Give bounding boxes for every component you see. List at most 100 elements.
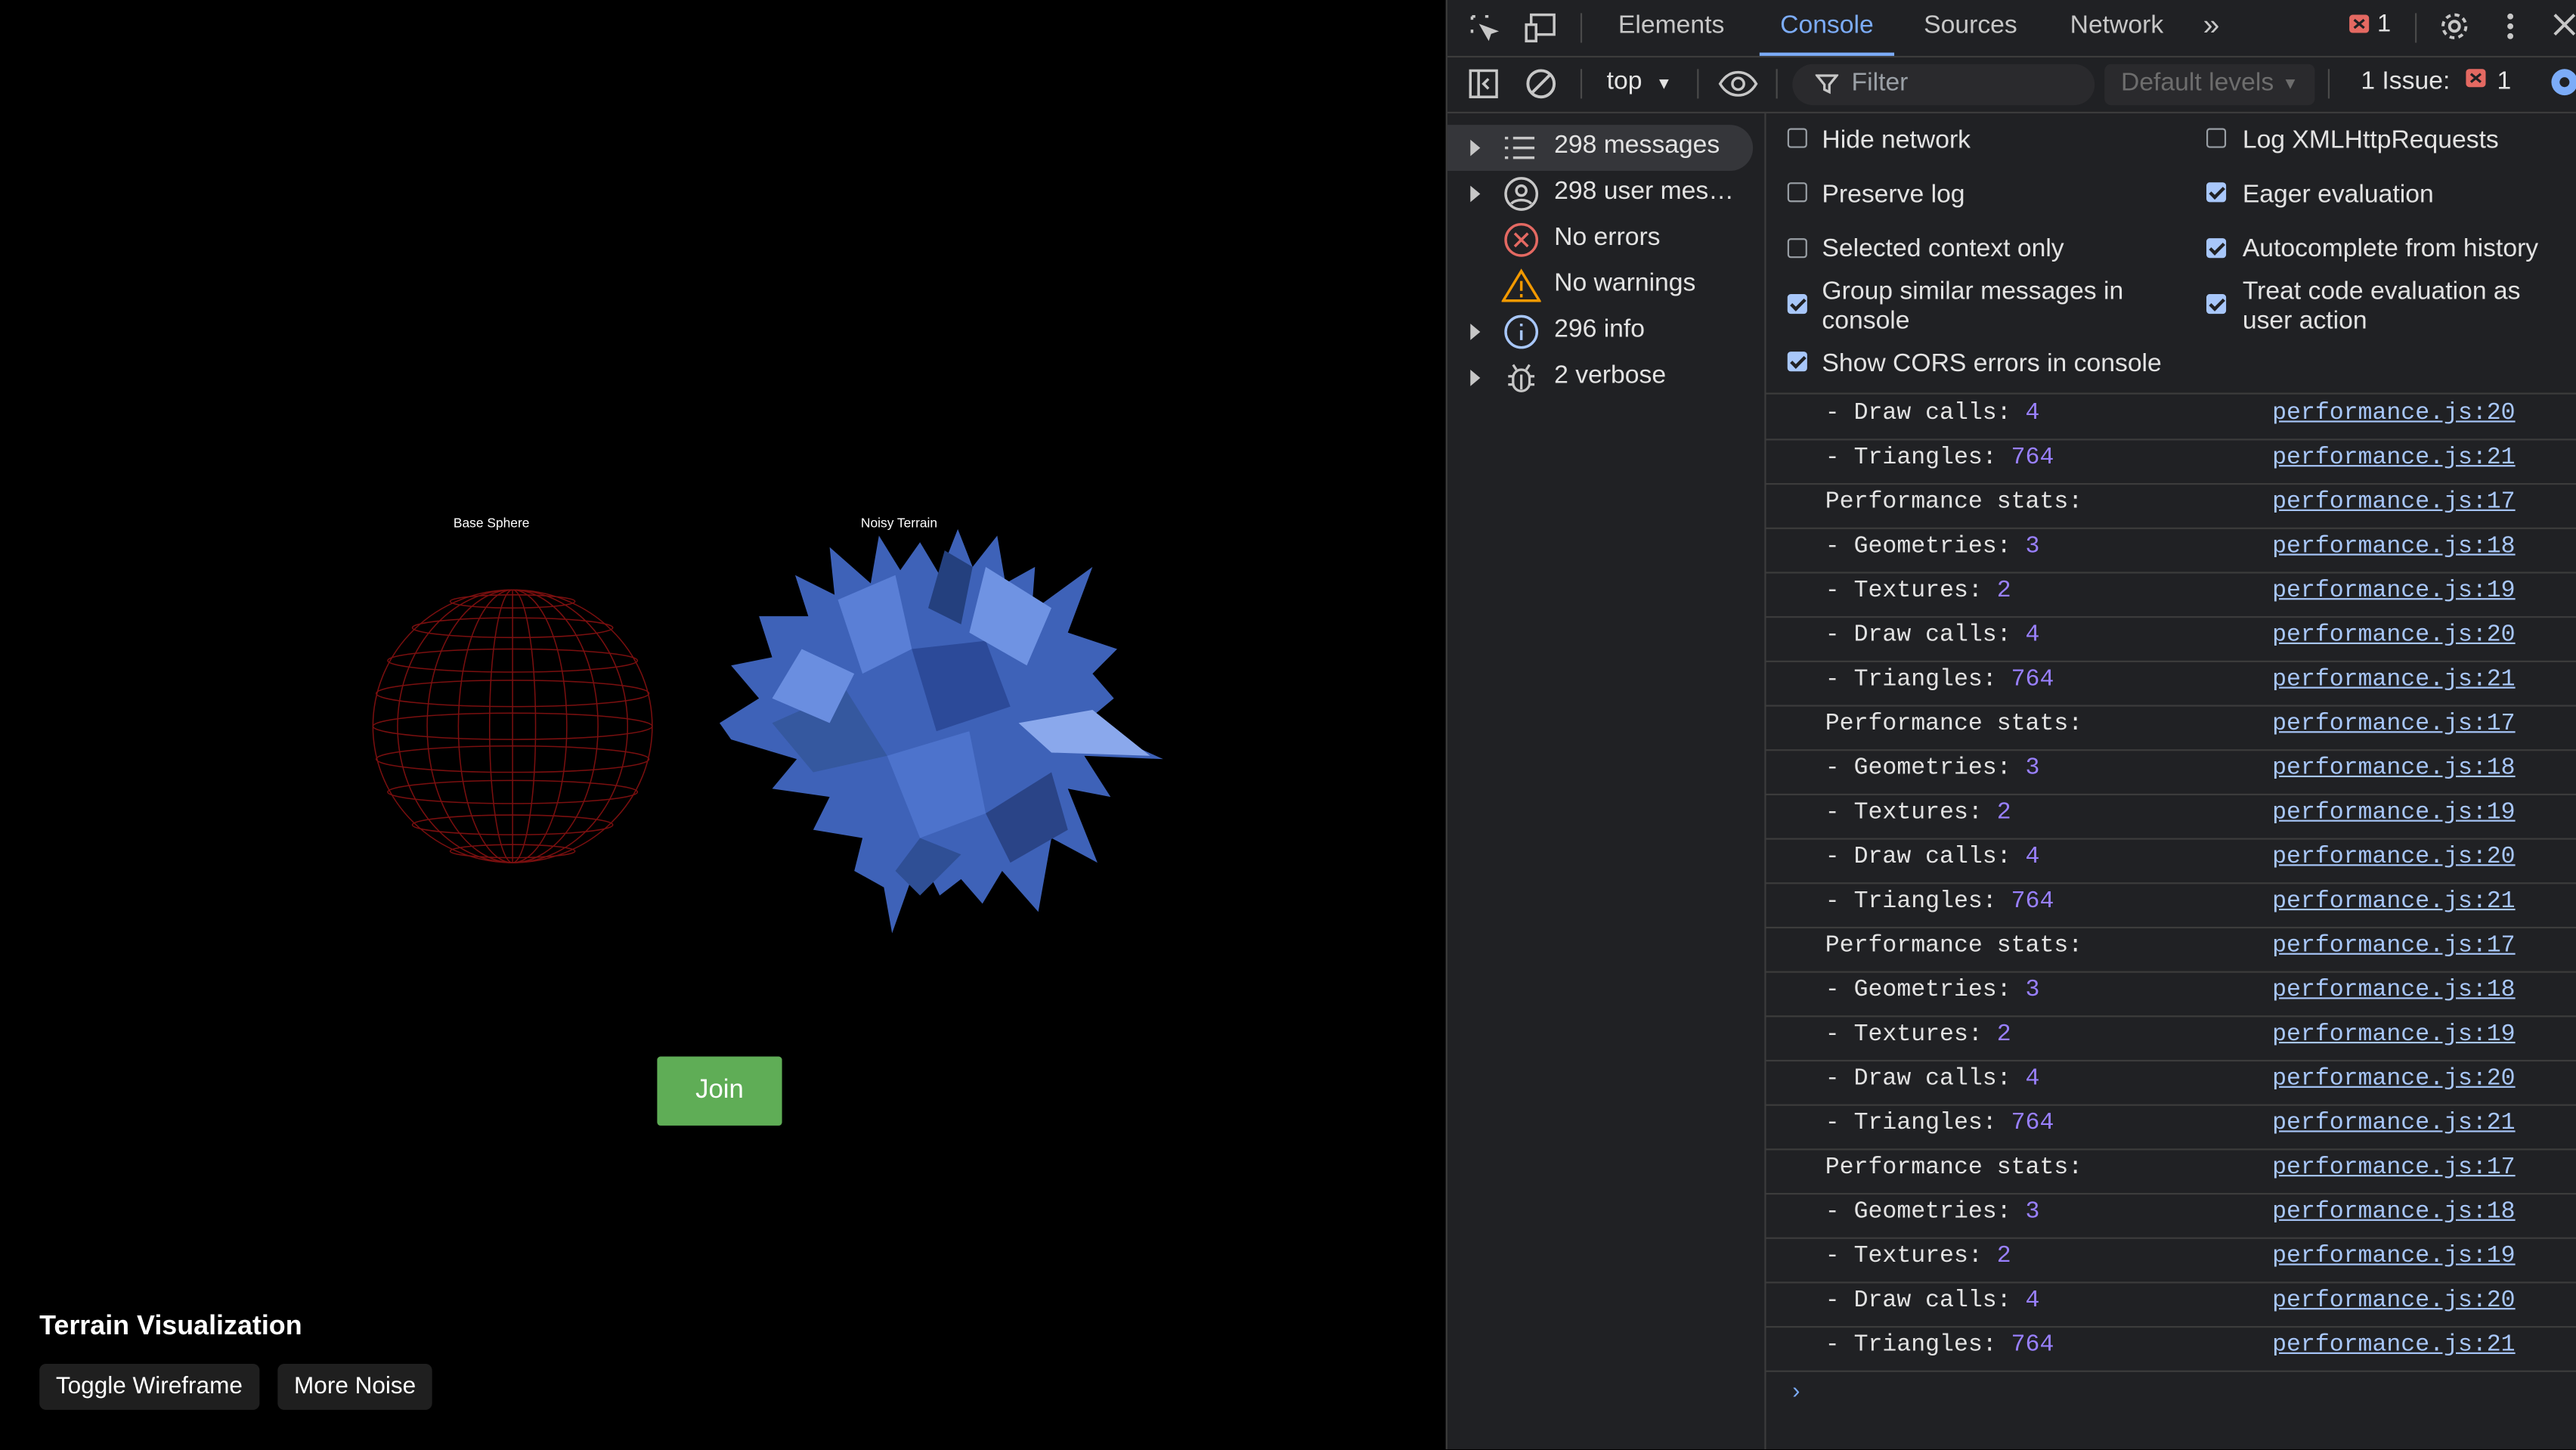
log-source-link[interactable]: performance.js:17 [2272, 711, 2516, 738]
context-value: top [1606, 67, 1643, 96]
sidebar-item-warnings[interactable]: No warnings [1447, 263, 1753, 309]
console-log-row: - Textures: 2 performance.js:19 [1766, 1015, 2576, 1062]
console-settings-gear-icon[interactable] [2548, 66, 2576, 107]
log-source-link[interactable]: performance.js:18 [2272, 534, 2516, 560]
group-similar-checkbox[interactable] [1787, 294, 1807, 314]
log-source-link[interactable]: performance.js:17 [2272, 934, 2516, 960]
log-message: - Textures: 2 [1825, 578, 2011, 605]
base-sphere-label: Base Sphere [453, 516, 530, 531]
log-message: - Triangles: 764 [1825, 667, 2054, 693]
close-devtools-icon[interactable] [2551, 11, 2576, 46]
error-badge-icon [2349, 14, 2370, 33]
console-log-row: - Draw calls: 4 performance.js:20 [1766, 395, 2576, 441]
log-source-link[interactable]: performance.js:19 [2272, 1244, 2516, 1270]
error-count-badge[interactable]: 1 [2348, 10, 2391, 44]
selected-context-checkbox[interactable] [1787, 238, 1807, 259]
sidebar-item-errors[interactable]: No errors [1447, 217, 1753, 263]
log-source-link[interactable]: performance.js:20 [2272, 1288, 2516, 1315]
filter-icon [1814, 73, 1840, 104]
autocomplete-checkbox[interactable] [2206, 238, 2227, 259]
sidebar-item-messages[interactable]: 298 messages [1447, 125, 1754, 172]
clear-console-icon[interactable] [1525, 67, 1557, 108]
log-message: - Geometries: 3 [1825, 1200, 2040, 1226]
log-source-link[interactable]: performance.js:17 [2272, 1155, 2516, 1182]
log-source-link[interactable]: performance.js:19 [2272, 1022, 2516, 1049]
settings-gear-icon[interactable] [2438, 10, 2470, 51]
treat-code-checkbox[interactable] [2206, 294, 2227, 314]
live-expression-eye-icon[interactable] [1718, 69, 1758, 107]
sidebar-item-verbose[interactable]: 2 verbose [1447, 355, 1753, 401]
sidebar-item-label: No warnings [1554, 269, 1696, 298]
log-source-link[interactable]: performance.js:20 [2272, 844, 2516, 871]
log-xhr-checkbox[interactable] [2206, 128, 2227, 148]
hide-network-label: Hide network [1822, 126, 1971, 155]
tab-sources[interactable]: Sources [1924, 0, 2017, 56]
eager-evaluation-checkbox[interactable] [2206, 182, 2227, 203]
log-text: - Draw calls: [1825, 401, 2026, 428]
issues-label: 1 Issue: [2361, 67, 2451, 96]
log-message: - Geometries: 3 [1825, 534, 2040, 560]
sidebar-item-info[interactable]: 296 info [1447, 309, 1753, 355]
log-source-link[interactable]: performance.js:19 [2272, 578, 2516, 605]
join-button[interactable]: Join [657, 1056, 782, 1126]
selected-context-label: Selected context only [1822, 234, 2064, 263]
tab-console[interactable]: Console [1759, 0, 1895, 56]
preserve-log-checkbox[interactable] [1787, 182, 1807, 203]
tab-network[interactable]: Network [2070, 0, 2164, 56]
devtools-panel: Elements Console Sources Network » 1 top… [1445, 0, 2576, 1450]
log-source-link[interactable]: performance.js:17 [2272, 490, 2516, 516]
log-text: Performance stats: [1825, 933, 2083, 960]
cors-errors-checkbox[interactable] [1787, 352, 1807, 372]
log-message: - Draw calls: 4 [1825, 401, 2040, 427]
sidebar-item-user-messages[interactable]: 298 user mes… [1447, 171, 1753, 217]
console-prompt-chevron-icon[interactable]: › [1792, 1377, 1800, 1403]
context-selector[interactable]: top ▼ [1607, 67, 1672, 97]
log-source-link[interactable]: performance.js:19 [2272, 800, 2516, 826]
log-message: - Textures: 2 [1825, 1244, 2011, 1270]
log-text: - Textures: [1825, 1244, 1997, 1271]
log-message: - Textures: 2 [1825, 800, 2011, 826]
log-value: 3 [2025, 534, 2040, 561]
sidebar-toggle-icon[interactable] [1467, 67, 1500, 108]
log-value: 2 [1996, 1244, 2011, 1271]
scene-canvas[interactable] [0, 0, 1446, 1449]
noisy-terrain-label: Noisy Terrain [860, 516, 938, 531]
log-source-link[interactable]: performance.js:18 [2272, 756, 2516, 782]
log-source-link[interactable]: performance.js:20 [2272, 1067, 2516, 1093]
more-options-icon[interactable] [2506, 10, 2516, 51]
issues-counter[interactable]: 1 Issue: 1 [2361, 67, 2511, 97]
log-text: Performance stats: [1825, 711, 2083, 738]
device-toolbar-icon[interactable] [1525, 11, 1561, 52]
log-source-link[interactable]: performance.js:18 [2272, 978, 2516, 1004]
console-log-row: - Triangles: 764 performance.js:21 [1766, 882, 2576, 929]
log-source-link[interactable]: performance.js:20 [2272, 401, 2516, 427]
sidebar-item-label: 298 messages [1554, 131, 1720, 160]
more-noise-button[interactable]: More Noise [277, 1364, 432, 1410]
log-levels-dropdown[interactable]: Default levels ▼ [2104, 64, 2315, 106]
toggle-wireframe-button[interactable]: Toggle Wireframe [39, 1364, 259, 1410]
log-source-link[interactable]: performance.js:21 [2272, 889, 2516, 916]
log-source-link[interactable]: performance.js:21 [2272, 1333, 2516, 1359]
filter-input[interactable]: Filter [1792, 64, 2095, 106]
log-value: 4 [2025, 1288, 2040, 1315]
console-log-row: - Textures: 2 performance.js:19 [1766, 794, 2576, 840]
console-log-row: - Geometries: 3 performance.js:18 [1766, 1193, 2576, 1239]
tab-elements[interactable]: Elements [1618, 0, 1724, 56]
hide-network-checkbox[interactable] [1787, 128, 1807, 148]
list-icon [1503, 135, 1536, 169]
log-message: - Triangles: 764 [1825, 889, 2054, 916]
console-log-row: - Triangles: 764 performance.js:21 [1766, 438, 2576, 485]
log-message: - Draw calls: 4 [1825, 844, 2040, 871]
log-source-link[interactable]: performance.js:20 [2272, 623, 2516, 649]
log-source-link[interactable]: performance.js:18 [2272, 1200, 2516, 1226]
log-source-link[interactable]: performance.js:21 [2272, 667, 2516, 693]
log-source-link[interactable]: performance.js:21 [2272, 1111, 2516, 1137]
console-log-row: - Triangles: 764 performance.js:21 [1766, 1326, 2576, 1372]
log-source-link[interactable]: performance.js:21 [2272, 445, 2516, 472]
console-log-row: - Textures: 2 performance.js:19 [1766, 572, 2576, 618]
inspect-element-icon[interactable] [1467, 11, 1500, 52]
warning-icon [1500, 268, 1542, 312]
bug-icon [1503, 360, 1540, 404]
log-text: - Triangles: [1825, 1111, 2011, 1138]
more-tabs-chevron-icon[interactable]: » [2203, 8, 2220, 43]
